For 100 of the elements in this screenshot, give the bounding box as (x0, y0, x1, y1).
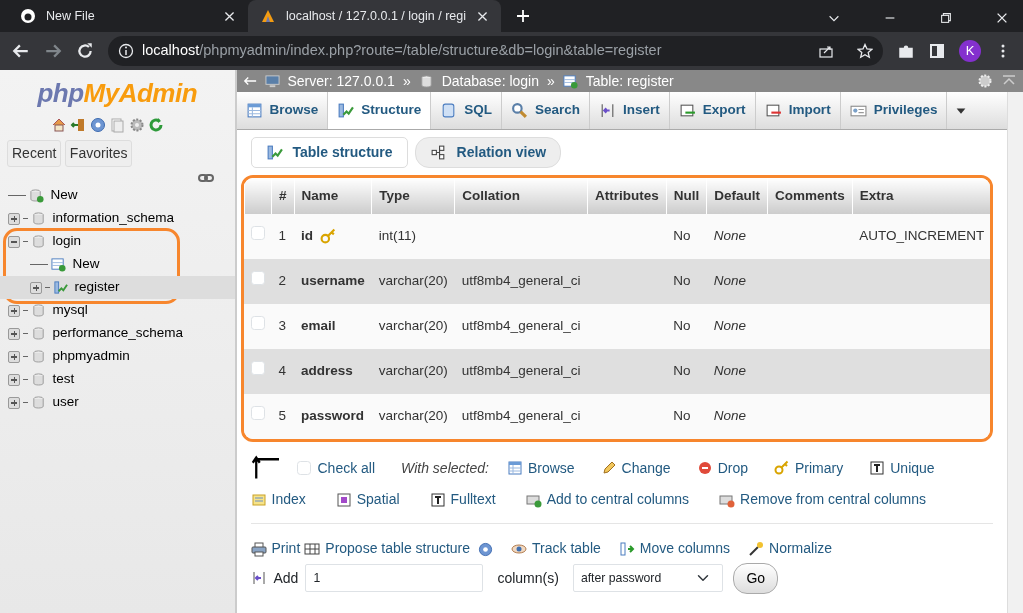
action-link[interactable]: Unique (869, 457, 935, 479)
expand-icon[interactable] (8, 327, 20, 340)
table-icon (562, 73, 578, 89)
sub-tab[interactable]: Table structure (250, 137, 408, 168)
tree-item[interactable]: phpmyadmin (52, 346, 130, 367)
restore-icon[interactable] (939, 11, 953, 25)
tree-item[interactable]: information_schema (52, 208, 175, 229)
home-icon[interactable] (50, 116, 67, 133)
share-icon[interactable] (818, 43, 834, 59)
action-link[interactable]: Track table (511, 538, 601, 559)
browser-tab[interactable]: New File (8, 0, 248, 32)
action-link[interactable]: Change (600, 457, 671, 479)
import-icon (764, 102, 782, 119)
position-select[interactable]: after password (572, 564, 723, 592)
row-checkbox[interactable] (251, 271, 265, 285)
tab[interactable]: Insert (590, 92, 670, 129)
table-icon (304, 540, 321, 557)
tree-item[interactable]: login (52, 231, 82, 252)
column-header: Attributes (594, 187, 659, 203)
browser-tab[interactable]: localhost / 127.0.0.1 / login / regi (248, 0, 501, 32)
action-link[interactable]: Normalize (748, 538, 833, 559)
breadcrumb-separator: » (547, 71, 555, 91)
sidebar-button[interactable]: Recent (7, 139, 62, 167)
column-header: Name (301, 187, 339, 203)
column-count-field[interactable]: 1 (305, 564, 484, 592)
sidebar-button[interactable]: Favorites (64, 139, 133, 167)
expand-icon[interactable] (30, 281, 42, 294)
action-link[interactable]: Add to central columns (525, 489, 690, 510)
scrollbar[interactable] (1007, 92, 1023, 613)
sub-tab[interactable]: Relation view (414, 137, 562, 168)
tree-item[interactable]: New (50, 185, 78, 206)
collapse-icon[interactable] (242, 74, 257, 88)
tree-item[interactable]: user (52, 392, 79, 413)
settings-icon[interactable] (128, 116, 145, 133)
row-checkbox[interactable] (251, 406, 265, 420)
row-checkbox[interactable] (251, 316, 265, 330)
checkbox-label[interactable]: Check all (317, 457, 376, 479)
tab[interactable]: Structure (328, 92, 432, 129)
action-link[interactable]: Browse (506, 457, 575, 479)
star-icon[interactable] (857, 43, 873, 59)
tab[interactable]: Export (669, 92, 756, 129)
close-icon[interactable] (476, 9, 489, 23)
search-icon (511, 102, 529, 119)
printer-icon (250, 540, 267, 557)
action-link[interactable]: Index (250, 489, 306, 510)
go-button[interactable]: Go (733, 562, 779, 594)
index-icon (250, 491, 267, 508)
action-link[interactable]: Print (250, 538, 301, 559)
row-checkbox[interactable] (251, 361, 265, 375)
tab[interactable]: Search (502, 92, 591, 129)
tree-item[interactable]: New (72, 254, 100, 275)
expand-icon[interactable] (8, 373, 20, 386)
help-icon[interactable] (89, 116, 106, 133)
settings-icon[interactable] (977, 73, 993, 89)
table-cell: None (713, 408, 746, 424)
action-link[interactable]: Move columns (618, 538, 731, 559)
collapse-icon[interactable] (8, 235, 20, 248)
action-link[interactable]: Drop (696, 457, 748, 479)
action-link[interactable]: Primary (774, 457, 844, 479)
column-header: Extra (859, 187, 894, 203)
tree-item[interactable]: test (52, 369, 75, 390)
address-bar[interactable]: localhost/phpmyadmin/index.php?route=/table/structure&db=login&table=register (108, 36, 883, 66)
reload-icon[interactable] (76, 42, 94, 60)
profile-avatar[interactable]: K (959, 40, 981, 62)
breadcrumb-link[interactable]: Table: register (585, 70, 674, 92)
expand-icon[interactable] (8, 396, 20, 409)
tab[interactable]: Privileges (840, 92, 948, 129)
column-name: password (301, 407, 365, 426)
table-cell: utf8mb4_general_ci (461, 318, 581, 334)
action-link[interactable]: Propose table structure (304, 538, 471, 559)
insert-icon (250, 570, 267, 586)
breadcrumb-link[interactable]: Database: login (441, 70, 539, 92)
exit-icon[interactable] (70, 116, 86, 133)
logo[interactable]: phpMyAdmin (0, 74, 235, 113)
tree-item[interactable]: mysql (52, 300, 88, 321)
side-panel-icon[interactable] (929, 43, 945, 59)
tree-item[interactable]: register (74, 277, 120, 298)
info-icon[interactable] (118, 43, 134, 59)
row-checkbox[interactable] (251, 226, 265, 240)
expand-icon[interactable] (8, 304, 20, 317)
tree-item[interactable]: performance_schema (52, 323, 184, 344)
help-icon[interactable] (478, 541, 494, 557)
site-icon (20, 8, 36, 24)
expand-icon[interactable] (8, 212, 20, 225)
close-icon[interactable] (223, 9, 236, 23)
unique-icon (869, 460, 886, 476)
back-icon[interactable] (12, 42, 30, 60)
new-tab-icon[interactable] (515, 7, 531, 24)
tab[interactable]: SQL (431, 92, 503, 129)
database-icon (29, 188, 44, 203)
forward-icon[interactable] (44, 42, 62, 60)
breadcrumb-link[interactable]: Server: 127.0.0.1 (287, 70, 395, 92)
tab[interactable]: Import (755, 92, 841, 129)
action-link[interactable]: Remove from central columns (719, 489, 927, 510)
action-link[interactable]: Spatial (335, 489, 400, 510)
close-icon[interactable] (995, 11, 1009, 25)
table-cell: utf8mb4_general_ci (461, 273, 581, 289)
action-link[interactable]: Fulltext (429, 489, 496, 510)
check-all-checkbox[interactable] (296, 461, 311, 475)
expand-icon[interactable] (8, 350, 20, 363)
